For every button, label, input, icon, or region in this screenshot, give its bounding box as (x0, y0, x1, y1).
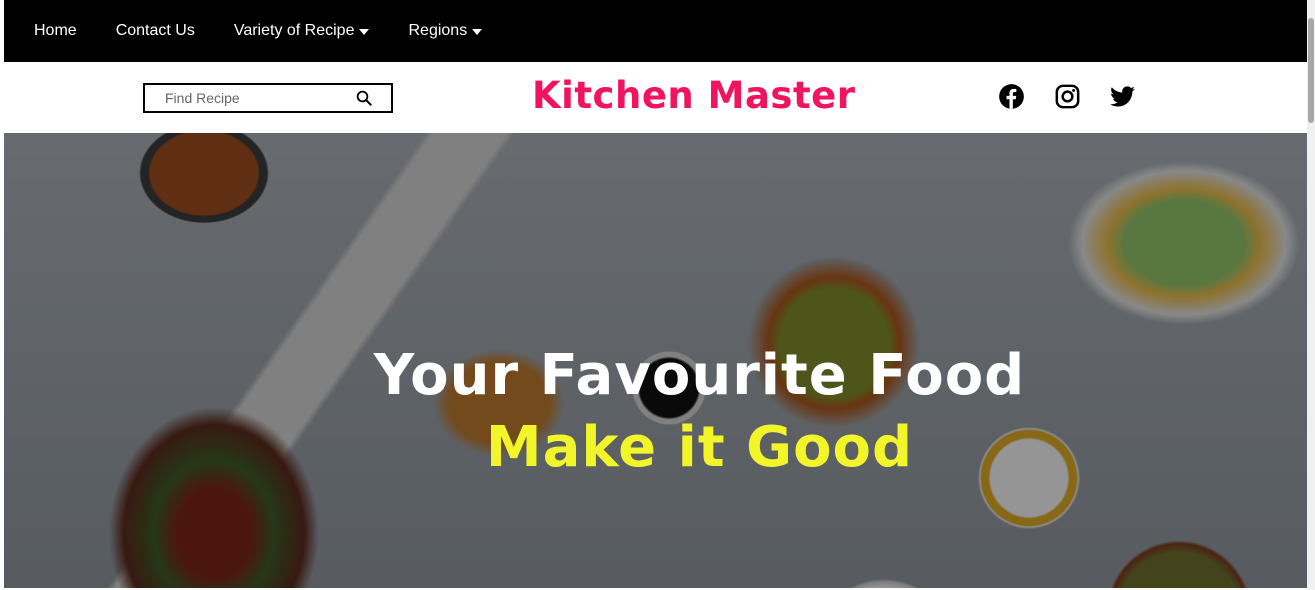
search-box (143, 83, 393, 113)
nav-item-regions[interactable]: Regions (408, 22, 483, 40)
facebook-icon[interactable] (998, 83, 1025, 110)
hero-headline: Your Favourite Food (373, 343, 1026, 408)
hero-tagline: Make it Good (485, 415, 914, 480)
nav-item-label: Home (34, 22, 77, 39)
nav-item-contact-us[interactable]: Contact Us (116, 22, 195, 40)
search-icon[interactable] (355, 89, 373, 107)
page: Home Contact Us Variety of Recipe Region… (0, 0, 1315, 590)
nav-item-home[interactable]: Home (34, 22, 77, 40)
brand-title[interactable]: Kitchen Master (532, 74, 855, 117)
nav-item-label: Contact Us (115, 22, 195, 39)
nav-item-variety-of-recipe[interactable]: Variety of Recipe (234, 22, 370, 40)
nav-item-label: Regions (408, 22, 468, 39)
scrollbar-thumb[interactable] (1308, 18, 1314, 123)
search-input[interactable] (145, 85, 355, 111)
header-bar: Kitchen Master (4, 62, 1307, 132)
instagram-icon[interactable] (1054, 83, 1081, 110)
top-navigation: Home Contact Us Variety of Recipe Region… (4, 0, 1307, 62)
caret-down-icon (472, 29, 483, 35)
hero-banner: Your Favourite Food Make it Good (4, 133, 1307, 588)
vertical-scrollbar[interactable] (1307, 0, 1315, 590)
twitter-icon[interactable] (1109, 83, 1136, 110)
caret-down-icon (359, 29, 370, 35)
nav-item-label: Variety of Recipe (233, 22, 355, 39)
